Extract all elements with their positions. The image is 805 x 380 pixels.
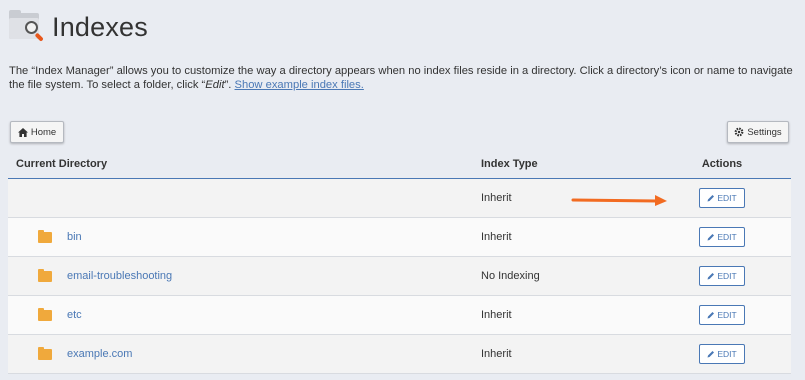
directory-cell: example.com bbox=[8, 346, 473, 360]
edit-button[interactable]: EDIT bbox=[699, 188, 745, 208]
edit-button-label: EDIT bbox=[717, 310, 737, 320]
column-header-directory: Current Directory bbox=[16, 158, 108, 170]
pencil-icon bbox=[707, 312, 715, 319]
column-header-actions: Actions bbox=[701, 158, 743, 170]
column-header-index-type: Index Type bbox=[481, 158, 538, 170]
actions-cell: EDIT bbox=[653, 188, 791, 208]
table-row: etc Inherit EDIT bbox=[8, 296, 791, 335]
home-button-label: Home bbox=[30, 126, 57, 138]
directory-link[interactable]: example.com bbox=[67, 348, 132, 360]
pencil-icon bbox=[707, 195, 715, 202]
index-type-cell: Inherit bbox=[481, 309, 512, 321]
directory-link[interactable]: bin bbox=[67, 231, 82, 243]
actions-cell: EDIT bbox=[653, 266, 791, 286]
actions-cell: EDIT bbox=[653, 227, 791, 247]
edit-button-label: EDIT bbox=[717, 349, 737, 359]
index-type-cell: Inherit bbox=[481, 348, 512, 360]
folder-icon[interactable] bbox=[38, 229, 52, 243]
directory-link[interactable]: email-troubleshooting bbox=[67, 270, 172, 282]
folder-icon[interactable] bbox=[38, 268, 52, 282]
index-type-cell: No Indexing bbox=[481, 270, 540, 282]
actions-cell: EDIT bbox=[653, 344, 791, 364]
table-row: bin Inherit EDIT bbox=[8, 218, 791, 257]
directory-cell: email-troubleshooting bbox=[8, 268, 473, 282]
page-title: Indexes bbox=[52, 11, 148, 42]
description-text-end: ”. bbox=[224, 79, 235, 91]
page-description: The “Index Manager” allows you to custom… bbox=[9, 64, 794, 92]
index-type-cell: Inherit bbox=[481, 231, 512, 243]
folder-icon[interactable] bbox=[38, 307, 52, 321]
directory-link[interactable]: etc bbox=[67, 309, 82, 321]
home-button[interactable]: Home bbox=[10, 121, 64, 143]
folder-icon[interactable] bbox=[38, 346, 52, 360]
directory-cell: bin bbox=[8, 229, 473, 243]
gear-icon bbox=[734, 127, 744, 137]
table-row: Inherit EDIT bbox=[8, 179, 791, 218]
description-text: The “Index Manager” allows you to custom… bbox=[9, 65, 793, 91]
settings-button-label: Settings bbox=[747, 126, 782, 138]
pencil-icon bbox=[707, 273, 715, 280]
settings-button[interactable]: Settings bbox=[727, 121, 789, 143]
edit-button[interactable]: EDIT bbox=[699, 305, 745, 325]
indexes-folder-search-icon bbox=[9, 10, 45, 44]
page-header: Indexes bbox=[9, 8, 148, 46]
pencil-icon bbox=[707, 351, 715, 358]
actions-cell: EDIT bbox=[653, 305, 791, 325]
home-icon bbox=[17, 127, 28, 137]
edit-button[interactable]: EDIT bbox=[699, 344, 745, 364]
table-body: Inherit EDIT bin Inherit EDIT email-trou… bbox=[8, 179, 791, 374]
edit-button-label: EDIT bbox=[717, 232, 737, 242]
edit-button-label: EDIT bbox=[717, 193, 737, 203]
table-header: Current Directory Index Type Actions bbox=[8, 150, 791, 179]
directory-cell: etc bbox=[8, 307, 473, 321]
description-edit-word: Edit bbox=[205, 79, 225, 91]
pencil-icon bbox=[707, 234, 715, 241]
edit-button-label: EDIT bbox=[717, 271, 737, 281]
annotation-arrow-icon bbox=[571, 195, 667, 206]
table-row: email-troubleshooting No Indexing EDIT bbox=[8, 257, 791, 296]
show-example-index-files-link[interactable]: Show example index files. bbox=[235, 79, 364, 91]
edit-button[interactable]: EDIT bbox=[699, 227, 745, 247]
directory-table: Current Directory Index Type Actions Inh… bbox=[8, 150, 791, 374]
table-row: example.com Inherit EDIT bbox=[8, 335, 791, 374]
edit-button[interactable]: EDIT bbox=[699, 266, 745, 286]
